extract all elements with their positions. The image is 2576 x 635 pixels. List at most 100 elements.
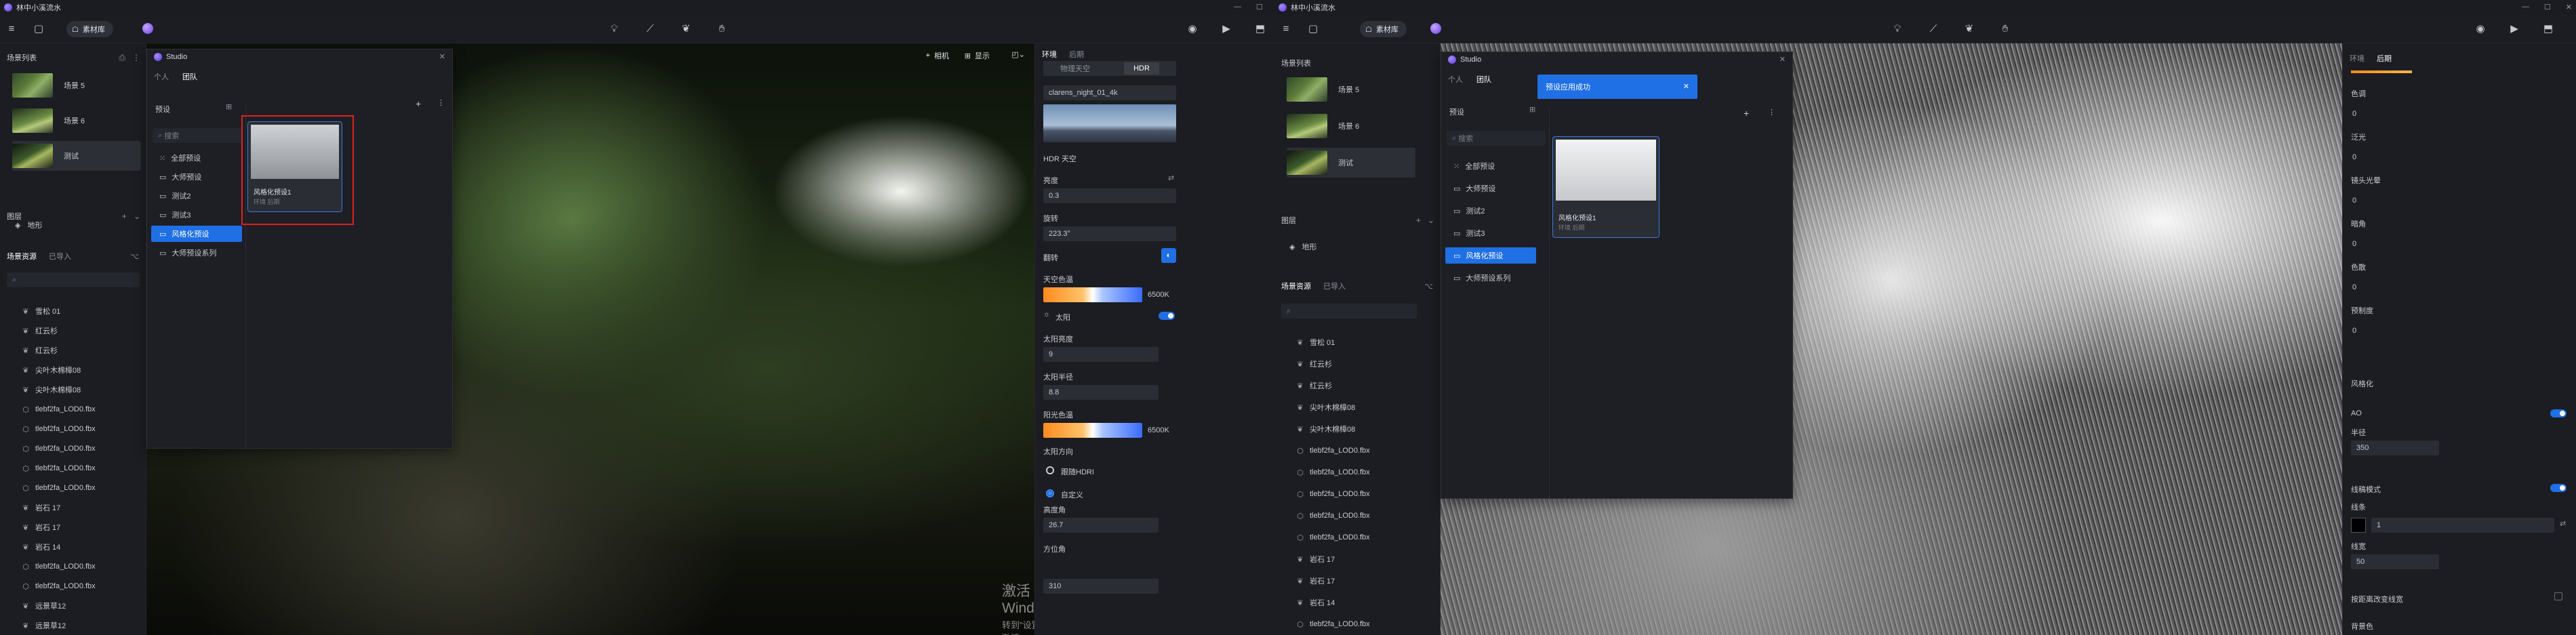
asset-item[interactable]: ⬡ tlebf2fa_LOD0.fbx xyxy=(22,562,95,571)
preset-card[interactable]: 风格化预设1 环境 后期 xyxy=(1552,136,1659,238)
more-icon[interactable]: ⋮ xyxy=(1768,108,1775,117)
maximize-icon[interactable]: ☐ xyxy=(1256,3,1263,12)
sun-color-slider[interactable] xyxy=(1043,423,1142,438)
more-icon[interactable]: ⋮ xyxy=(132,53,140,63)
asset-item[interactable]: ❦ 岩石 14 xyxy=(22,542,60,552)
display-menu[interactable]: ⊞ 显示 xyxy=(965,50,990,61)
asset-item[interactable]: ❦ 雪松 01 xyxy=(1296,337,1335,348)
close-icon[interactable]: ✕ xyxy=(439,52,445,61)
tab-scene-assets[interactable]: 场景资源 xyxy=(1281,281,1311,291)
asset-item[interactable]: ❦ 红云杉 xyxy=(1296,359,1332,369)
tab-imported[interactable]: 已导入 xyxy=(49,251,71,262)
tab-imported[interactable]: 已导入 xyxy=(1323,281,1346,291)
asset-item[interactable]: ⬡ tlebf2fa_LOD0.fbx xyxy=(1296,511,1369,520)
tab-scene-assets[interactable]: 场景资源 xyxy=(7,251,37,262)
ao-toggle[interactable] xyxy=(2550,409,2567,417)
asset-item[interactable]: ❦ 远景草12 xyxy=(22,621,66,631)
flip-toggle[interactable]: ◐ xyxy=(1161,248,1176,263)
hand-tool-icon[interactable]: ✋︎ xyxy=(716,23,728,35)
tab-team[interactable]: 团队 xyxy=(182,71,197,82)
add-icon[interactable]: + xyxy=(122,211,127,221)
preset-folder[interactable]: ▭ 测试2 xyxy=(151,188,242,204)
folder-all-presets[interactable]: ⁙ 全部预设 xyxy=(1445,158,1536,174)
asset-item[interactable]: ⬡ tlebf2fa_LOD0.fbx xyxy=(22,424,95,434)
collapse-icon[interactable]: ⌄ xyxy=(134,211,140,221)
asset-item[interactable]: ❦ 岩石 17 xyxy=(1296,576,1335,586)
asset-item[interactable]: ❦ 雪松 01 xyxy=(22,306,60,316)
leaf-icon[interactable]: ❦ xyxy=(680,23,692,35)
asset-item[interactable]: ⬡ tlebf2fa_LOD0.fbx xyxy=(1296,468,1369,477)
camera-icon[interactable]: ◉ xyxy=(2474,23,2487,35)
hand-tool-icon[interactable]: ✋︎ xyxy=(1999,23,2011,35)
scene-item-selected[interactable]: 测试 xyxy=(12,141,141,171)
sun-radius-input[interactable]: 8.8 xyxy=(1043,385,1159,400)
tab-environment[interactable]: 环境 xyxy=(2350,53,2364,64)
folder-add-icon[interactable]: ⊞ xyxy=(1529,105,1535,114)
folder-all-presets[interactable]: ⁙ 全部预设 xyxy=(151,150,242,166)
scene-item[interactable]: 场景 6 xyxy=(1287,111,1415,141)
asset-item[interactable]: ⬡ tlebf2fa_LOD0.fbx xyxy=(22,581,95,591)
view-options-icon[interactable]: ◰⌄ xyxy=(1011,50,1025,59)
close-icon[interactable]: ✕ xyxy=(2566,3,2572,12)
preset-folder[interactable]: ▭ 风格化预设 xyxy=(1445,247,1536,264)
preset-folder[interactable]: ▭ 大师预设 xyxy=(151,169,242,185)
asset-item[interactable]: ⬡ tlebf2fa_LOD0.fbx xyxy=(1296,446,1369,455)
swap-icon[interactable]: ⇄ xyxy=(2560,519,2566,528)
radius-input[interactable]: 350 xyxy=(2351,441,2439,455)
asset-item[interactable]: ⬡ tlebf2fa_LOD0.fbx xyxy=(22,483,95,493)
light-bulb-icon[interactable]: 💡︎ xyxy=(1891,23,1904,35)
more-icon[interactable]: ⋮ xyxy=(437,98,445,107)
file-icon[interactable]: ▢ xyxy=(1307,23,1319,35)
hdr-select[interactable]: clarens_night_01_4k xyxy=(1043,85,1176,100)
tab-post[interactable]: 后期 xyxy=(1069,49,1084,60)
asset-item[interactable]: ⬡ tlebf2fa_LOD0.fbx xyxy=(1296,619,1369,629)
folder-add-icon[interactable]: ⊞ xyxy=(226,102,232,111)
light-bulb-icon[interactable]: 💡︎ xyxy=(608,23,620,35)
scene-item[interactable]: 场景 5 xyxy=(12,70,141,100)
tab-hdr[interactable]: HDR xyxy=(1124,62,1159,75)
asset-library-button[interactable]: ☖ 素材库 xyxy=(1360,21,1407,37)
asset-item[interactable]: ❦ 尖叶木棉樟08 xyxy=(1296,403,1355,413)
camera-add-icon[interactable]: ⎙ xyxy=(119,53,125,63)
tab-physical-sky[interactable]: 物理天空 xyxy=(1060,63,1090,74)
asset-item[interactable]: ❦ 岩石 17 xyxy=(22,523,60,533)
export-icon[interactable]: ⬒ xyxy=(1254,23,1266,35)
sun-toggle[interactable] xyxy=(1159,312,1175,320)
add-icon[interactable]: + xyxy=(1416,216,1421,225)
asset-item[interactable]: ❦ 远景草12 xyxy=(22,601,66,611)
preset-folder[interactable]: ▭ 大师预设系列 xyxy=(151,245,242,261)
collapse-icon[interactable]: ⌄ xyxy=(1428,216,1434,225)
ai-orb-icon[interactable] xyxy=(1430,23,1441,34)
asset-item[interactable]: ❦ 红云杉 xyxy=(22,326,58,336)
leaf-icon[interactable]: ❦ xyxy=(1963,23,1975,35)
toast-close-icon[interactable]: ✕ xyxy=(1683,82,1689,91)
asset-item[interactable]: ❦ 尖叶木棉樟08 xyxy=(22,385,81,395)
camera-icon[interactable]: ◉ xyxy=(1186,23,1199,35)
asset-search-input[interactable]: ⌕ xyxy=(1281,304,1417,319)
scene-item[interactable]: 场景 5 xyxy=(1287,75,1415,104)
layer-row[interactable]: ◈ 地形 xyxy=(1289,241,1316,252)
asset-search-input[interactable]: ⌕ xyxy=(7,272,140,287)
line-width-input[interactable]: 50 xyxy=(2351,554,2439,569)
azimuth-input[interactable]: 310 xyxy=(1043,579,1159,594)
menu-icon[interactable]: ≡ xyxy=(5,23,18,35)
asset-item[interactable]: ⬡ tlebf2fa_LOD0.fbx xyxy=(1296,489,1369,499)
measure-tool-icon[interactable]: ⟋ xyxy=(1927,23,1939,35)
distance-checkbox[interactable] xyxy=(2554,592,2562,600)
asset-item[interactable]: ❦ 岩石 14 xyxy=(1296,598,1335,608)
tab-personal[interactable]: 个人 xyxy=(154,71,169,82)
add-preset-icon[interactable]: + xyxy=(1744,108,1749,119)
preset-folder[interactable]: ▭ 大师预设 xyxy=(1445,180,1536,197)
minimize-icon[interactable]: — xyxy=(2522,3,2529,12)
line-mode-toggle[interactable] xyxy=(2550,484,2567,492)
filter-icon[interactable]: ⌥ xyxy=(130,252,139,261)
close-icon[interactable]: ✕ xyxy=(1779,55,1786,64)
asset-item[interactable]: ⬡ tlebf2fa_LOD0.fbx xyxy=(22,444,95,453)
sun-brightness-input[interactable]: 9 xyxy=(1043,347,1159,362)
video-icon[interactable]: ▶ xyxy=(1220,23,1232,35)
custom-radio[interactable] xyxy=(1046,489,1054,497)
preset-folder[interactable]: ▭ 风格化预设 xyxy=(151,226,242,242)
rotation-input[interactable]: 223.3° xyxy=(1043,226,1176,241)
maximize-icon[interactable]: ☐ xyxy=(2544,3,2551,12)
asset-item[interactable]: ❦ 岩石 17 xyxy=(22,503,60,513)
